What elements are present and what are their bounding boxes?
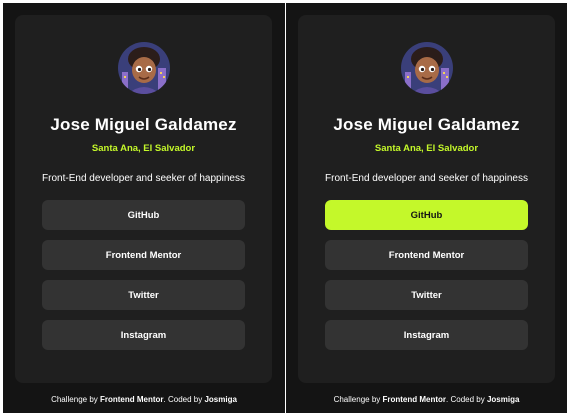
twitter-button[interactable]: Twitter: [325, 280, 528, 310]
avatar: [117, 42, 170, 94]
instagram-button[interactable]: Instagram: [325, 320, 528, 350]
frontend-mentor-link[interactable]: Frontend Mentor: [382, 395, 446, 404]
profile-bio: Front-End developer and seeker of happin…: [325, 173, 528, 184]
profile-card: Jose Miguel Galdamez Santa Ana, El Salva…: [15, 15, 272, 383]
frontend-mentor-button[interactable]: Frontend Mentor: [325, 240, 528, 270]
social-links: GitHub Frontend Mentor Twitter Instagram: [42, 200, 245, 350]
profile-card: Jose Miguel Galdamez Santa Ana, El Salva…: [298, 15, 555, 383]
github-button[interactable]: GitHub: [42, 200, 245, 230]
attribution: Challenge by Frontend Mentor. Coded by J…: [333, 395, 520, 404]
author-link[interactable]: Josmiga: [487, 395, 519, 404]
profile-location: Santa Ana, El Salvador: [91, 143, 196, 154]
instagram-button[interactable]: Instagram: [42, 320, 245, 350]
avatar-illustration-icon: [400, 42, 453, 94]
avatar-illustration-icon: [117, 42, 170, 94]
screen-default: Jose Miguel Galdamez Santa Ana, El Salva…: [3, 3, 285, 413]
profile-name: Jose Miguel Galdamez: [50, 115, 237, 134]
avatar: [400, 42, 453, 94]
profile-bio: Front-End developer and seeker of happin…: [42, 173, 245, 184]
screen-hover: Jose Miguel Galdamez Santa Ana, El Salva…: [286, 3, 567, 413]
github-button[interactable]: GitHub: [325, 200, 528, 230]
social-links: GitHub Frontend Mentor Twitter Instagram: [325, 200, 528, 350]
author-link[interactable]: Josmiga: [204, 395, 236, 404]
profile-location: Santa Ana, El Salvador: [374, 143, 479, 154]
profile-name: Jose Miguel Galdamez: [333, 115, 520, 134]
frontend-mentor-link[interactable]: Frontend Mentor: [100, 395, 164, 404]
attribution: Challenge by Frontend Mentor. Coded by J…: [51, 395, 237, 404]
frontend-mentor-button[interactable]: Frontend Mentor: [42, 240, 245, 270]
twitter-button[interactable]: Twitter: [42, 280, 245, 310]
